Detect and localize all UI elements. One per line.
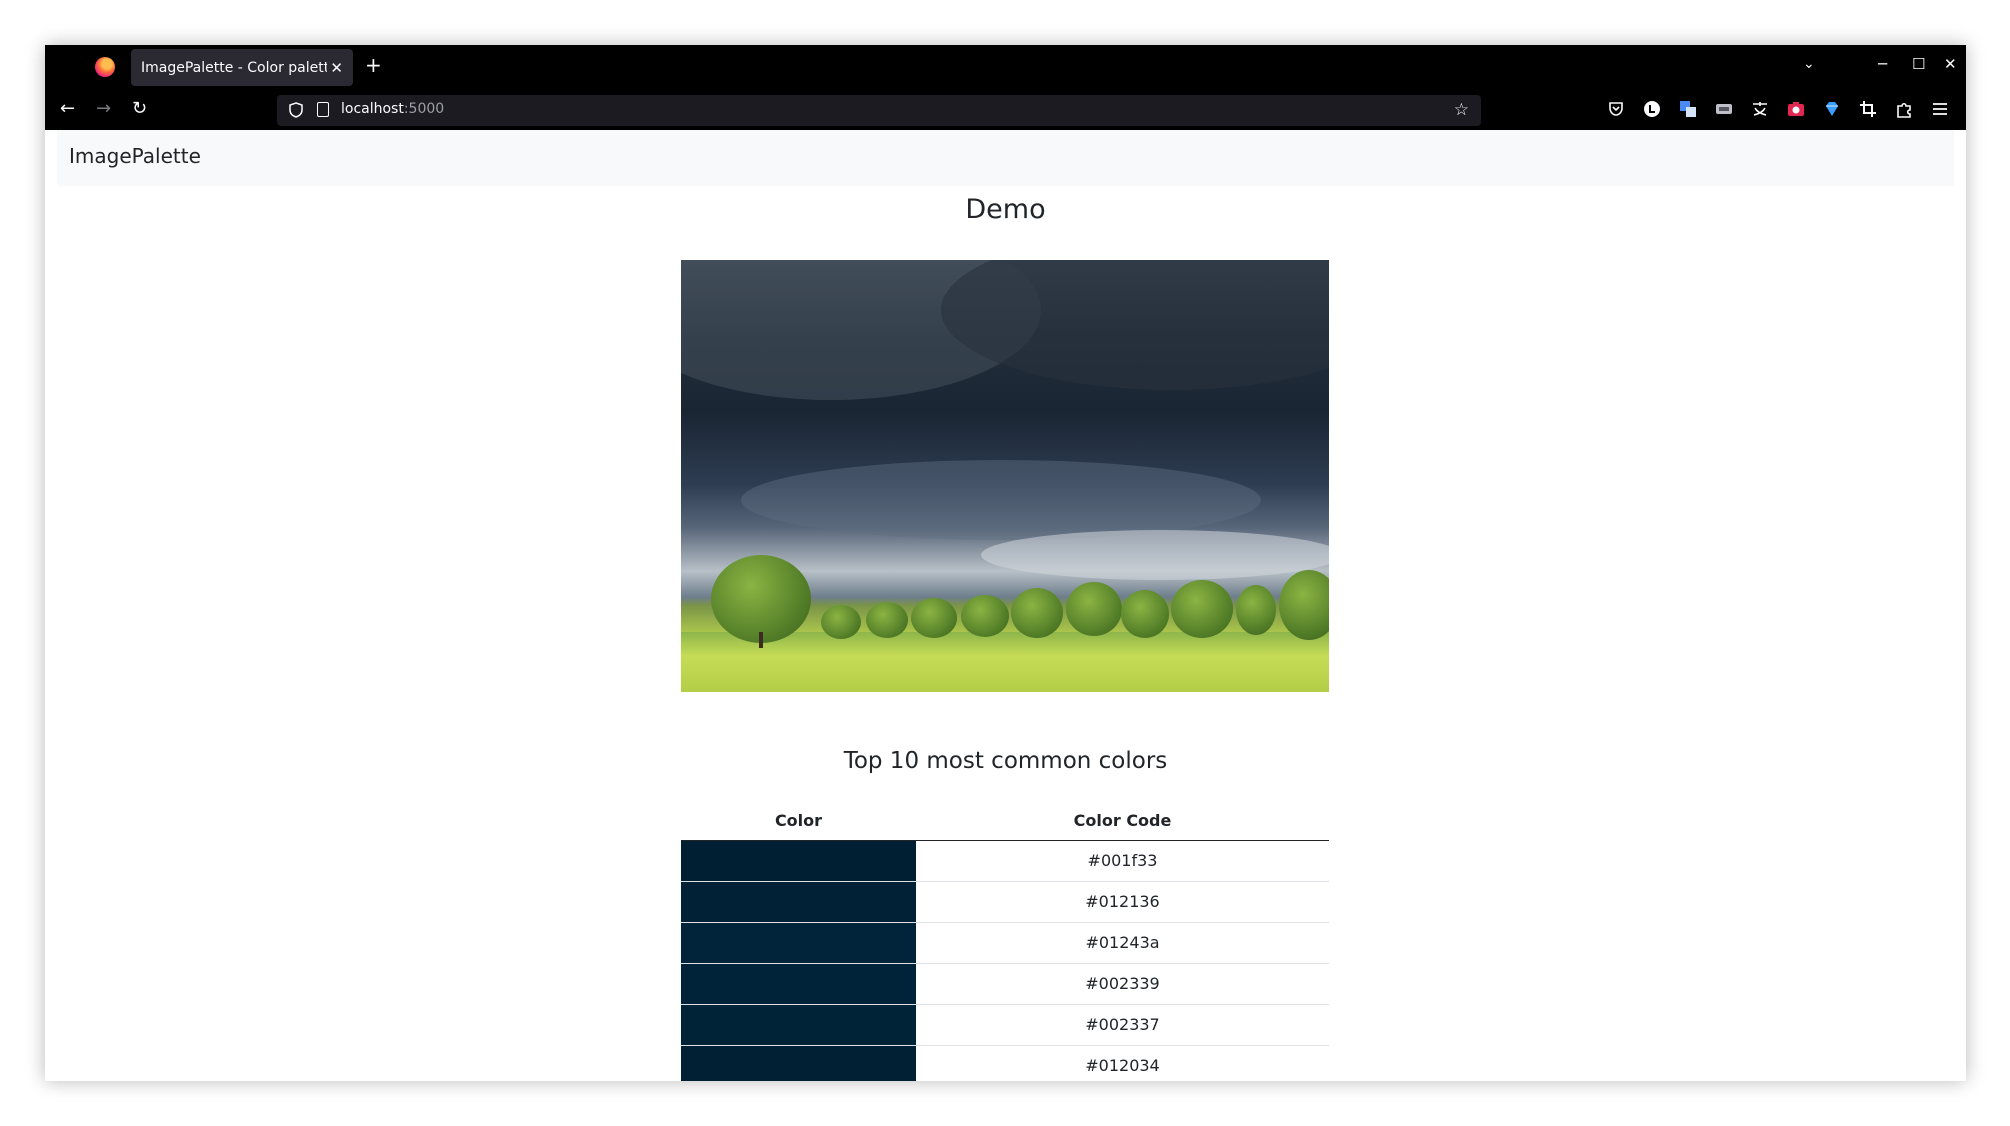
tree-trunk — [759, 632, 763, 648]
table-row: #01243a — [681, 922, 1329, 964]
back-button[interactable]: ← — [60, 99, 75, 119]
color-swatch — [681, 922, 916, 964]
url-port: :5000 — [403, 101, 445, 117]
color-code: #012136 — [916, 881, 1329, 923]
color-code: #001f33 — [916, 840, 1329, 882]
reload-button[interactable]: ↻ — [132, 99, 147, 119]
color-swatch — [681, 840, 916, 882]
color-code: #002339 — [916, 963, 1329, 1005]
pocket-icon[interactable] — [1607, 100, 1625, 118]
tab-title: ImagePalette - Color palette generator — [141, 59, 327, 76]
firefox-icon — [95, 57, 115, 77]
tree-shape — [1121, 590, 1169, 638]
color-table: Color Color Code #001f33 #012136 #01243a — [681, 802, 1329, 1081]
cloud-shape — [941, 260, 1329, 390]
tree-shape — [1279, 570, 1329, 640]
tree-shape — [1171, 580, 1233, 638]
cloud-shape — [741, 460, 1261, 540]
color-code: #01243a — [916, 922, 1329, 964]
top-navbar: ImagePalette — [57, 130, 1954, 186]
page-title: Demo — [965, 194, 1046, 225]
extensions-puzzle-icon[interactable] — [1895, 100, 1913, 118]
hamburger-menu-icon[interactable] — [1931, 100, 1949, 118]
color-swatch — [681, 1045, 916, 1081]
tab-strip: ImagePalette - Color palette generator ✕… — [45, 45, 1966, 90]
color-code: #012034 — [916, 1045, 1329, 1081]
brand-link[interactable]: ImagePalette — [69, 144, 201, 168]
table-header-row: Color Color Code — [681, 802, 1329, 841]
cloud-shape — [981, 530, 1329, 580]
new-tab-button[interactable]: + — [365, 55, 382, 75]
gem-icon[interactable] — [1823, 100, 1841, 118]
tree-shape — [866, 602, 908, 638]
bookmark-star-icon[interactable]: ☆ — [1454, 100, 1469, 120]
close-tab-icon[interactable]: ✕ — [330, 59, 343, 77]
color-swatch — [681, 963, 916, 1005]
url-text[interactable]: localhost:5000 — [341, 101, 444, 117]
tree-shape — [1011, 588, 1063, 638]
forward-button[interactable]: → — [96, 99, 111, 119]
browser-window: ImagePalette - Color palette generator ✕… — [45, 45, 1966, 1081]
table-row: #012034 — [681, 1045, 1329, 1081]
color-code: #002337 — [916, 1004, 1329, 1046]
tree-shape — [711, 555, 811, 643]
column-header-color: Color — [681, 802, 916, 841]
colors-section-title: Top 10 most common colors — [843, 748, 1168, 774]
close-window-button[interactable]: ✕ — [1944, 55, 1957, 73]
demo-image — [681, 260, 1329, 692]
maximize-button[interactable]: ☐ — [1912, 55, 1925, 73]
page-icon[interactable] — [317, 102, 329, 117]
navigation-toolbar: ← → ↻ localhost:5000 ☆ — [45, 90, 1966, 130]
table-row: #012136 — [681, 881, 1329, 923]
tree-shape — [1236, 585, 1276, 635]
crop-icon[interactable] — [1859, 100, 1877, 118]
shield-icon[interactable] — [289, 102, 303, 118]
url-bar[interactable]: localhost:5000 ☆ — [277, 95, 1481, 126]
container-tab-icon[interactable] — [1715, 100, 1733, 118]
extension-l-icon[interactable] — [1643, 100, 1661, 118]
column-header-color-code: Color Code — [916, 802, 1329, 841]
translate-icon[interactable] — [1679, 100, 1697, 118]
table-row: #001f33 — [681, 840, 1329, 882]
minimize-button[interactable]: ─ — [1878, 55, 1887, 73]
list-all-tabs-icon[interactable]: ⌄ — [1803, 56, 1815, 72]
table-row: #002339 — [681, 963, 1329, 1005]
tree-shape — [961, 595, 1009, 637]
page-content: ImagePalette Demo Top 10 most common col… — [45, 130, 1966, 1081]
tree-shape — [821, 605, 861, 639]
screenshot-icon[interactable] — [1787, 100, 1805, 118]
url-host: localhost — [341, 101, 404, 117]
active-tab[interactable]: ImagePalette - Color palette generator ✕ — [131, 49, 353, 86]
tree-shape — [911, 598, 957, 638]
color-swatch — [681, 1004, 916, 1046]
tree-shape — [1066, 582, 1122, 636]
color-swatch — [681, 881, 916, 923]
grass-field — [681, 632, 1329, 692]
table-row: #002337 — [681, 1004, 1329, 1046]
language-tool-icon[interactable] — [1751, 100, 1769, 118]
